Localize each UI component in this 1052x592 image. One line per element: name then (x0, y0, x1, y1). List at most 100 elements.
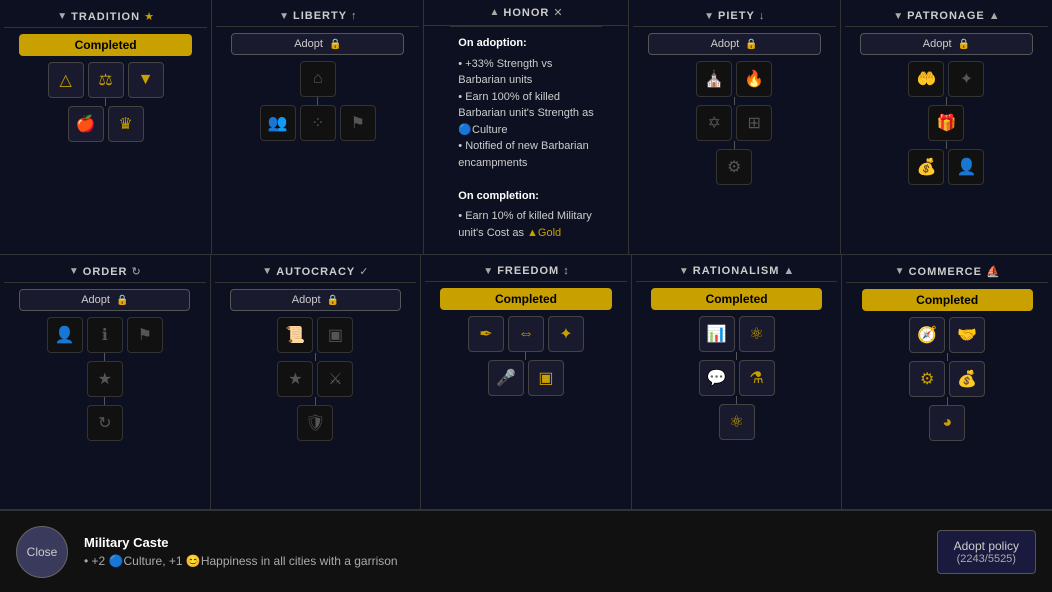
autocracy-header: ▼ AUTOCRACY ✓ (215, 261, 417, 283)
order-vline1 (104, 353, 105, 361)
commerce-star: ⛵ (986, 265, 1000, 278)
order-vline2 (104, 397, 105, 405)
order-icon-star: ★ (87, 361, 123, 397)
policy-description: • +2 🔵Culture, +1 😊Happiness in all citi… (84, 554, 921, 568)
liberty-vline (317, 97, 318, 105)
patronage-star: ▲ (989, 10, 1000, 22)
liberty-star: ↑ (351, 10, 357, 22)
adopt-policy-button[interactable]: Adopt policy (2243/5525) (937, 530, 1036, 574)
piety-adopt-btn[interactable]: Adopt 🔒 (648, 33, 821, 55)
order-lock-icon: 🔒 (116, 295, 128, 306)
order-tree: 👤 ℹ ⚑ ★ ↻ (4, 317, 206, 441)
adoption-bullet-2: • Earn 100% of killedBarbarian unit's St… (458, 89, 593, 139)
tradition-header: ▼ TRADITION ★ (4, 6, 207, 28)
patronage-icon-gift: 🎁 (928, 105, 964, 141)
liberty-icon-people: 👥 (260, 105, 296, 141)
honor-header: ▲ HONOR ✕ (424, 0, 627, 26)
tradition-completed-btn[interactable]: Completed (19, 34, 192, 56)
liberty-adopt-label: Adopt (294, 38, 323, 50)
liberty-icon-columns: ⌂ (300, 61, 336, 97)
commerce-vline2 (947, 397, 948, 405)
order-icon-info: ℹ (87, 317, 123, 353)
adoption-title: On adoption: (458, 35, 593, 52)
autocracy-icon-shield: 🛡 (297, 405, 333, 441)
piety-vline2 (734, 141, 735, 149)
patronage-header: ▼ PATRONAGE ▲ (845, 6, 1048, 27)
order-bottom-icons: ↻ (87, 405, 123, 441)
rationalism-completed-btn[interactable]: Completed (651, 288, 822, 310)
commerce-icon-compass: 🧭 (909, 317, 945, 353)
autocracy-icon-star: ★ (277, 361, 313, 397)
patronage-bottom-icons: 💰 👤 (908, 149, 984, 185)
commerce-icon-gear: ⚙ (909, 361, 945, 397)
rationalism-mid-icons: 💬 ⚗ (699, 360, 775, 396)
autocracy-bottom-icons: ★ ⚔ (277, 361, 353, 397)
panel-liberty: ▼ LIBERTY ↑ Adopt 🔒 ⌂ 👥 ⁘ ⚑ (212, 0, 424, 254)
commerce-completed-btn[interactable]: Completed (862, 289, 1033, 311)
tradition-tree: △ ⚖ ▼ 🍎 ♛ (4, 62, 207, 142)
piety-top-icons: ⛪ 🔥 (696, 61, 772, 97)
patronage-mid-icons: 🎁 (928, 105, 964, 141)
order-arrow: ▼ (69, 266, 79, 277)
tradition-title: TRADITION (71, 11, 140, 23)
rationalism-icon-atom2: ⚛ (739, 316, 775, 352)
patronage-vline2 (946, 141, 947, 149)
order-top-icons: 👤 ℹ ⚑ (47, 317, 163, 353)
order-adopt-btn[interactable]: Adopt 🔒 (19, 289, 190, 311)
close-button[interactable]: Close (16, 526, 68, 578)
liberty-adopt-btn[interactable]: Adopt 🔒 (231, 33, 404, 55)
patronage-adopt-btn[interactable]: Adopt 🔒 (860, 33, 1033, 55)
patronage-icon-sparkle: ✦ (948, 61, 984, 97)
liberty-arrow: ▼ (279, 11, 289, 22)
order-header: ▼ ORDER ↻ (4, 261, 206, 283)
autocracy-adopt-btn[interactable]: Adopt 🔒 (230, 289, 401, 311)
piety-icon-gear2: ⚙ (716, 149, 752, 185)
freedom-header: ▼ FREEDOM ↕ (425, 261, 627, 282)
panel-order: ▼ ORDER ↻ Adopt 🔒 👤 ℹ ⚑ ★ (0, 255, 211, 509)
completion-title: On completion: (458, 188, 593, 205)
patronage-arrow: ▼ (893, 11, 903, 22)
commerce-bottom-icons: ◕ (929, 405, 965, 441)
piety-icon-temple: ⛪ (696, 61, 732, 97)
rationalism-icon-chart: 📊 (699, 316, 735, 352)
piety-icon-star: ✡ (696, 105, 732, 141)
autocracy-extra-icons: 🛡 (297, 405, 333, 441)
tradition-icon-apple: 🍎 (68, 106, 104, 142)
rationalism-title: RATIONALISM (693, 265, 780, 277)
autocracy-tree: 📜 ▣ ★ ⚔ 🛡 (215, 317, 417, 441)
tradition-icon-crown: ♛ (108, 106, 144, 142)
patronage-icon-hand: 🤲 (908, 61, 944, 97)
commerce-tree: 🧭 🤝 ⚙ 💰 ◕ (846, 317, 1048, 441)
order-title: ORDER (83, 266, 128, 278)
freedom-icon-mic: 🎤 (488, 360, 524, 396)
patronage-tree: 🤲 ✦ 🎁 💰 👤 (845, 61, 1048, 185)
piety-adopt-label: Adopt (711, 38, 740, 50)
freedom-completed-btn[interactable]: Completed (440, 288, 611, 310)
patronage-lock-icon: 🔒 (958, 39, 970, 50)
piety-icon-grid: ⊞ (736, 105, 772, 141)
freedom-icon-network: ✦ (548, 316, 584, 352)
autocracy-top-icons: 📜 ▣ (277, 317, 353, 353)
commerce-icon-coins: 💰 (949, 361, 985, 397)
commerce-mid-icons: ⚙ 💰 (909, 361, 985, 397)
rationalism-bottom-icons: ⚛ (719, 404, 755, 440)
piety-arrow: ▼ (704, 11, 714, 22)
commerce-header: ▼ COMMERCE ⛵ (846, 261, 1048, 283)
tradition-arrow: ▼ (57, 11, 67, 22)
panel-freedom: ▼ FREEDOM ↕ Completed ✒ ⇔ ✦ 🎤 ▣ (421, 255, 632, 509)
panel-commerce: ▼ COMMERCE ⛵ Completed 🧭 🤝 ⚙ 💰 ◕ (842, 255, 1052, 509)
tradition-icon-hammer: ⚖ (88, 62, 124, 98)
culture-icon: 🔵 (109, 554, 124, 568)
tradition-icon-shield: ▼ (128, 62, 164, 98)
autocracy-adopt-label: Adopt (292, 294, 321, 306)
patronage-adopt-label: Adopt (923, 38, 952, 50)
rationalism-icon-atom: ⚛ (719, 404, 755, 440)
piety-title: PIETY (718, 10, 755, 22)
adoption-bullet-1: • +33% Strength vsBarbarian units (458, 56, 593, 89)
rationalism-tree: 📊 ⚛ 💬 ⚗ ⚛ (636, 316, 838, 440)
bottom-bar: Close Military Caste • +2 🔵Culture, +1 😊… (0, 510, 1052, 592)
rationalism-star: ▲ (783, 265, 794, 277)
freedom-top-icons: ✒ ⇔ ✦ (468, 316, 584, 352)
panel-patronage: ▼ PATRONAGE ▲ Adopt 🔒 🤲 ✦ 🎁 💰 (841, 0, 1052, 254)
top-policy-row: ▼ TRADITION ★ Completed △ ⚖ ▼ 🍎 ♛ (0, 0, 1052, 255)
